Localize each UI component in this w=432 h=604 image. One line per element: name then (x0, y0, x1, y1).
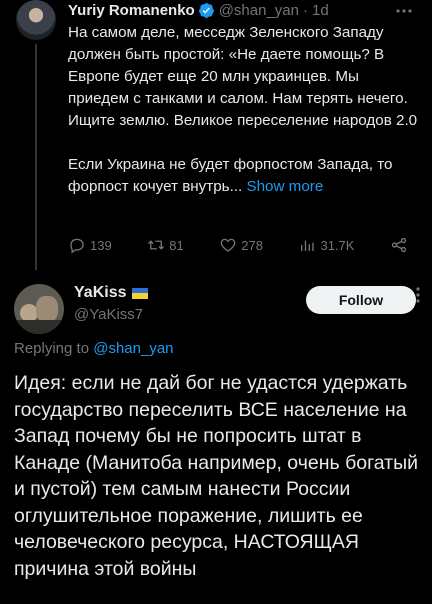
avatar[interactable] (14, 284, 64, 334)
reply-button[interactable]: 139 (68, 236, 112, 254)
tweet-paragraph-2: Если Украина не будет форпостом Запада, … (68, 156, 393, 195)
author-name[interactable]: YaKiss (74, 284, 126, 302)
tweet-time[interactable]: 1d (312, 2, 329, 19)
author-handle[interactable]: @shan_yan (219, 2, 299, 19)
like-icon (220, 238, 236, 252)
share-button[interactable] (390, 236, 408, 254)
tweet-paragraph-1: На самом деле, месседж Зеленского Западу… (68, 24, 418, 129)
retweet-button[interactable]: 81 (147, 236, 184, 254)
reply-icon (70, 238, 84, 254)
reply-text: Идея: если не дай бог не удастся удержат… (14, 372, 419, 580)
tweet-thread: Yuriy Romanenko @shan_yan · 1d На самом … (0, 0, 432, 604)
author-name[interactable]: Yuriy Romanenko (68, 2, 195, 19)
author-handle[interactable]: @YaKiss7 (74, 306, 143, 323)
like-count: 278 (241, 237, 263, 253)
avatar[interactable] (16, 0, 56, 40)
parent-tweet[interactable]: Yuriy Romanenko @shan_yan · 1d На самом … (0, 0, 432, 270)
retweet-count: 81 (169, 237, 184, 253)
retweet-icon (148, 240, 165, 250)
views-button[interactable]: 31.7K (298, 236, 354, 254)
replying-to-mention[interactable]: @shan_yan (93, 340, 173, 357)
reply-count: 139 (90, 237, 112, 253)
like-button[interactable]: 278 (219, 236, 263, 254)
show-more-link[interactable]: Show more (246, 178, 323, 195)
dot-separator: · (302, 1, 308, 19)
verified-icon (198, 2, 214, 18)
replying-to: Replying to @shan_yan (14, 340, 174, 357)
replying-prefix: Replying to (14, 340, 90, 357)
reply-author: YaKiss (74, 284, 149, 302)
thread-line (35, 44, 37, 270)
tweet-header: Yuriy Romanenko @shan_yan · 1d (68, 0, 329, 20)
more-icon[interactable] (408, 286, 428, 304)
share-icon (391, 237, 407, 253)
tweet-actions: 139 81 278 31.7K (68, 234, 408, 256)
views-icon (301, 240, 315, 251)
follow-button[interactable]: Follow (306, 286, 416, 314)
ukraine-flag-icon (132, 287, 149, 299)
views-count: 31.7K (320, 237, 355, 253)
tweet-body: На самом деле, месседж Зеленского Западу… (68, 22, 418, 198)
more-icon[interactable] (394, 2, 414, 20)
